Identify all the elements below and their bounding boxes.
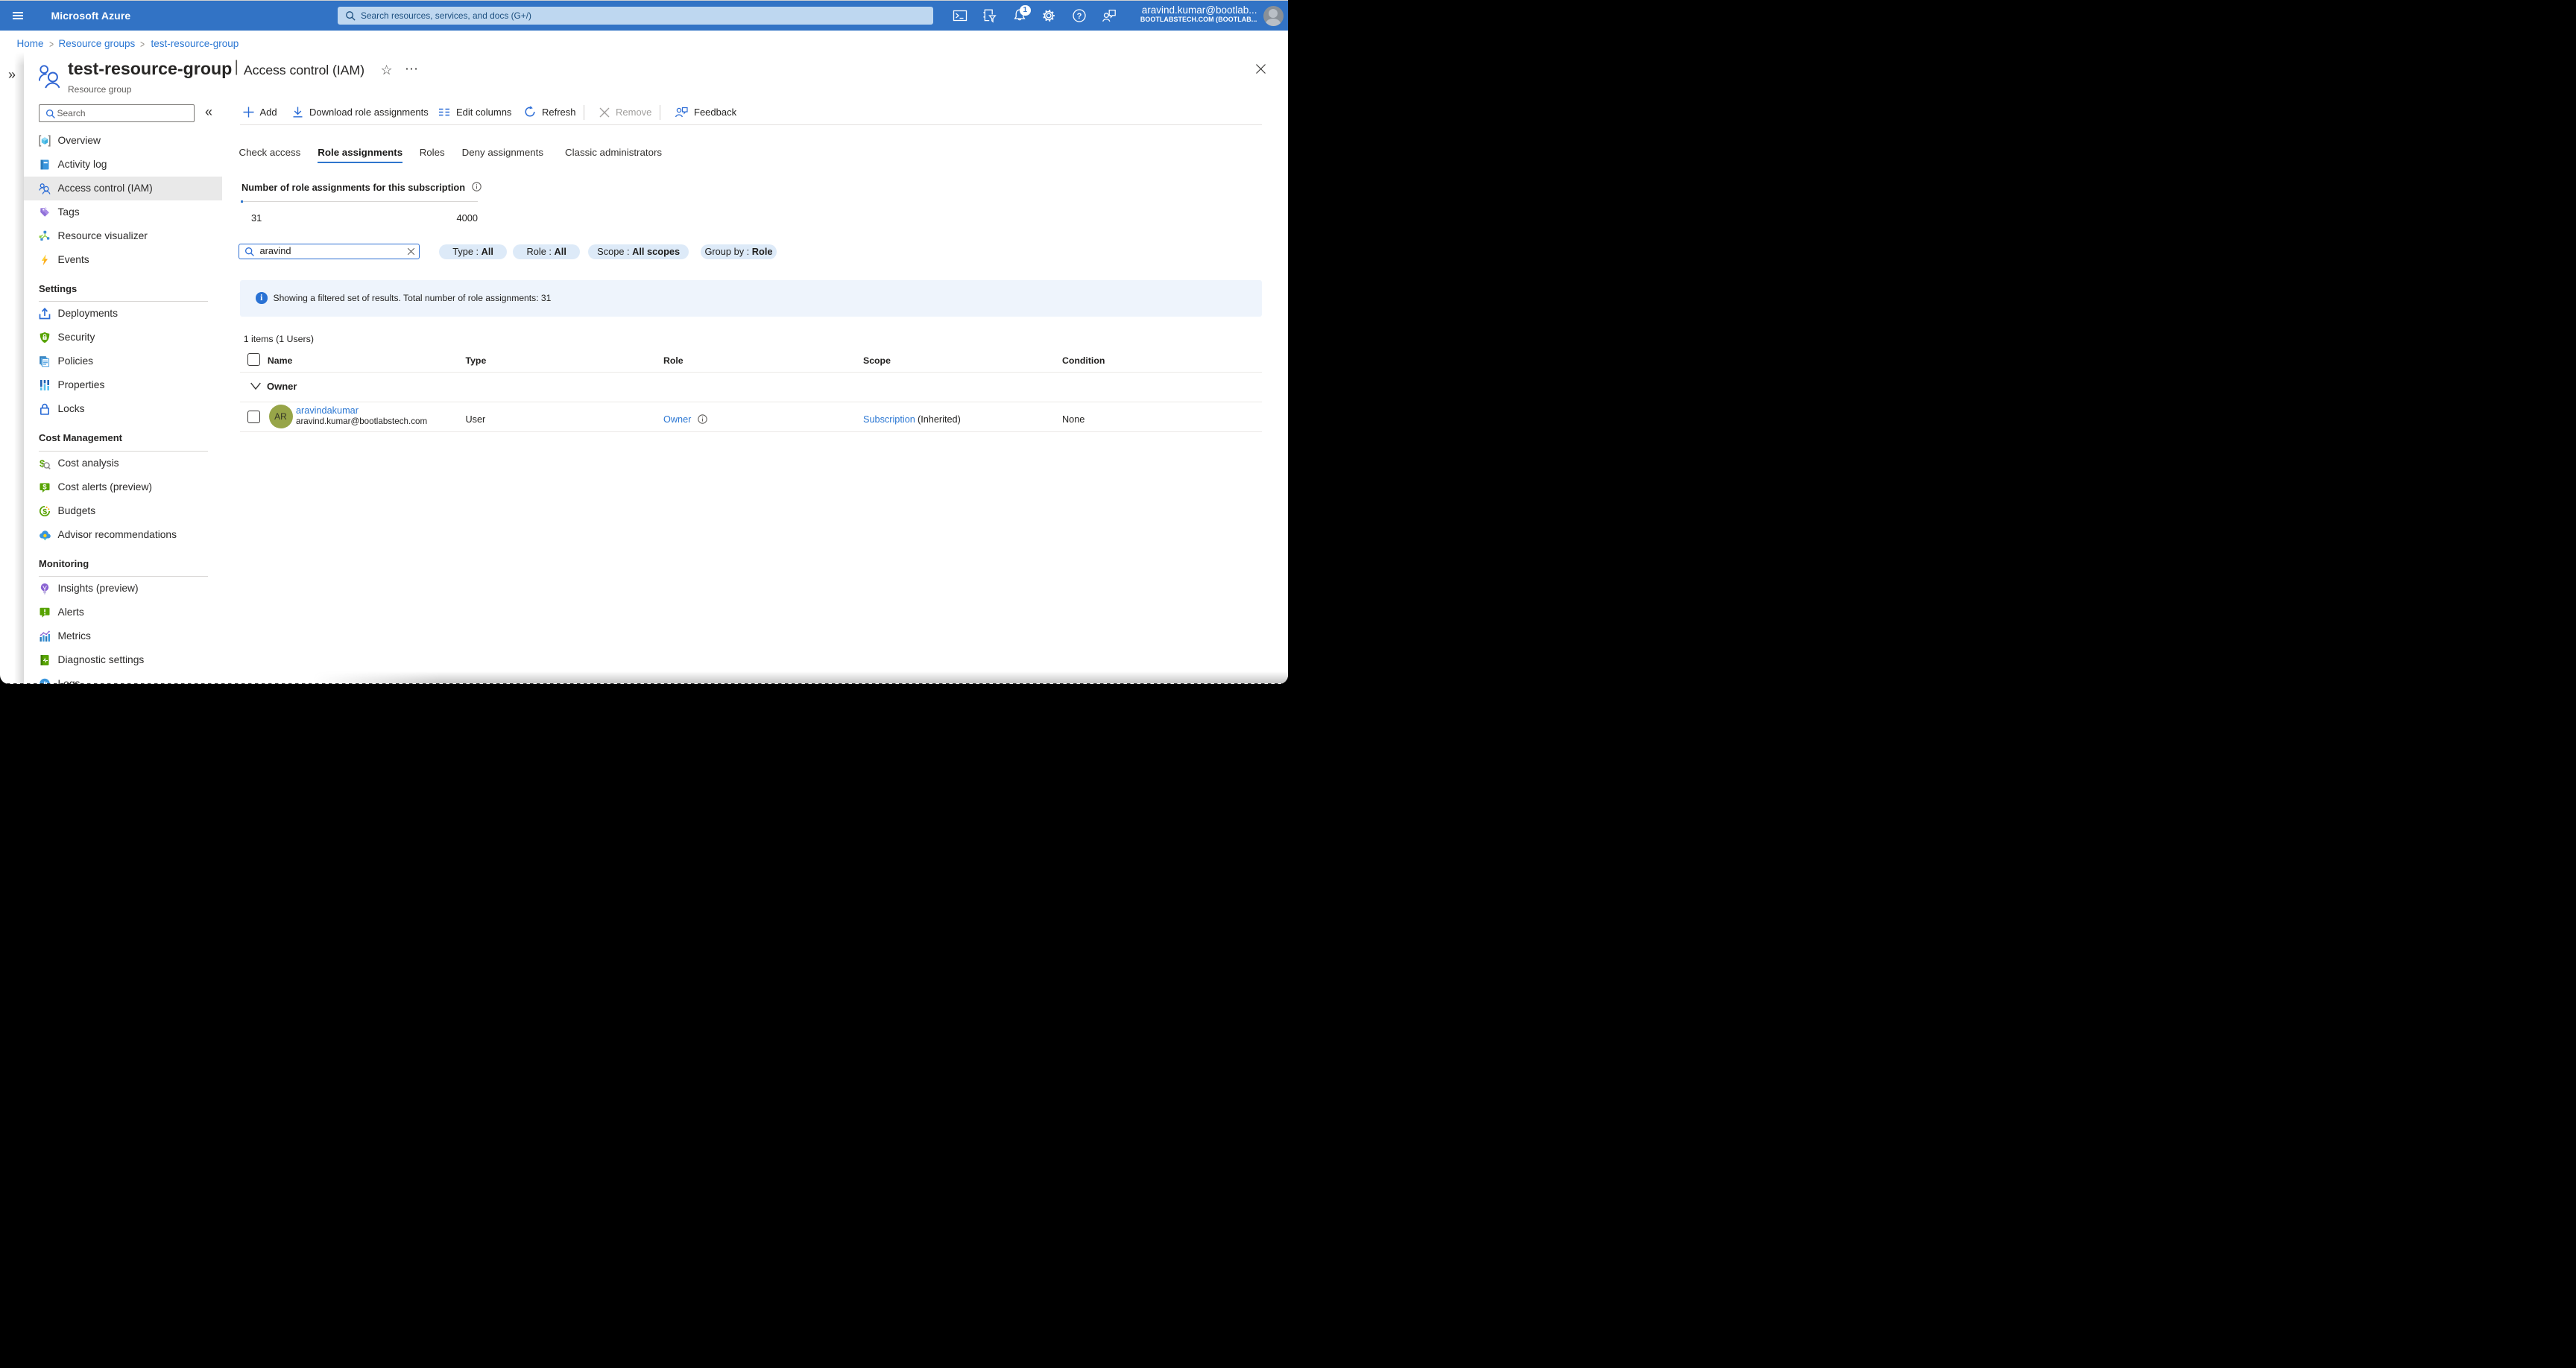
svg-text:$: $ bbox=[42, 507, 47, 516]
svg-text:?: ? bbox=[1077, 12, 1082, 21]
svg-text:$: $ bbox=[42, 483, 47, 491]
